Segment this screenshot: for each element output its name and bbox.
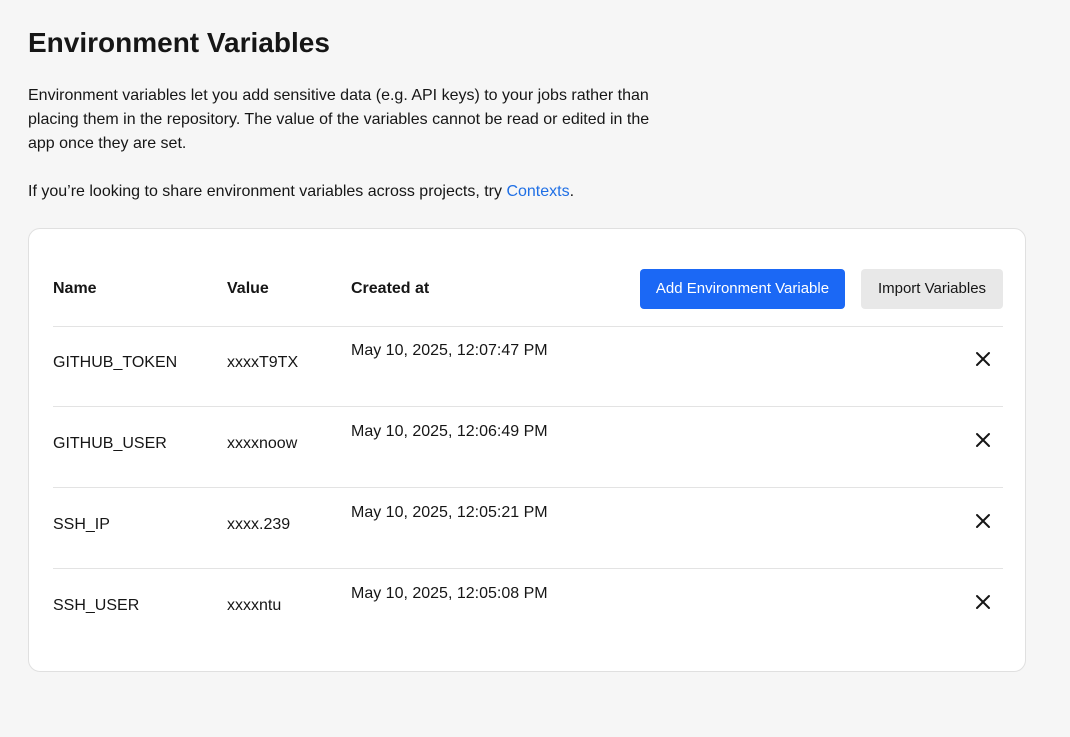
variable-value: xxxxT9TX (227, 354, 299, 371)
table-row: SSH_IP xxxx.239 May 10, 2025, 12:05:21 P… (53, 488, 1003, 569)
import-variables-button[interactable]: Import Variables (861, 269, 1003, 309)
close-icon[interactable] (975, 594, 991, 610)
column-header-created: Created at (351, 280, 430, 297)
table-header: Name Value Created at Add Environment Va… (53, 269, 1003, 327)
env-vars-table-card: Name Value Created at Add Environment Va… (28, 228, 1026, 672)
table-row: SSH_USER xxxxntu May 10, 2025, 12:05:08 … (53, 569, 1003, 649)
variable-created-at: May 10, 2025, 12:05:08 PM (351, 585, 548, 602)
variable-value: xxxxntu (227, 597, 282, 614)
variable-name: SSH_USER (53, 597, 140, 614)
page-description: Environment variables let you add sensit… (28, 87, 650, 152)
variable-name: GITHUB_USER (53, 435, 167, 452)
contexts-link[interactable]: Contexts (506, 183, 569, 200)
column-header-name: Name (53, 280, 97, 297)
share-hint: If you’re looking to share environment v… (28, 180, 574, 204)
close-icon[interactable] (975, 351, 991, 367)
variable-created-at: May 10, 2025, 12:06:49 PM (351, 423, 548, 440)
close-icon[interactable] (975, 432, 991, 448)
variable-value: xxxx.239 (227, 516, 291, 533)
table-row: GITHUB_USER xxxxnoow May 10, 2025, 12:06… (53, 407, 1003, 488)
close-icon[interactable] (975, 513, 991, 529)
add-environment-variable-button[interactable]: Add Environment Variable (640, 269, 845, 309)
variable-name: SSH_IP (53, 516, 110, 533)
variable-created-at: May 10, 2025, 12:05:21 PM (351, 504, 548, 521)
share-hint-suffix: . (569, 183, 575, 200)
variable-value: xxxxnoow (227, 435, 298, 452)
share-hint-text: If you’re looking to share environment v… (28, 183, 507, 200)
table-row: GITHUB_TOKEN xxxxT9TX May 10, 2025, 12:0… (53, 326, 1003, 407)
variable-name: GITHUB_TOKEN (53, 354, 178, 371)
page-title: Environment Variables (28, 27, 330, 58)
column-header-value: Value (227, 280, 269, 297)
variable-created-at: May 10, 2025, 12:07:47 PM (351, 342, 548, 359)
